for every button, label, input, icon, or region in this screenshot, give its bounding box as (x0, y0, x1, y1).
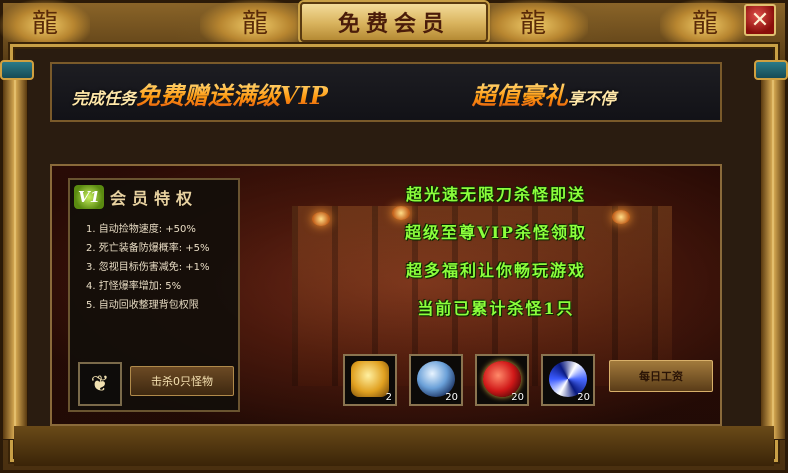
slogan-line: 超多福利让你畅玩游戏 (405, 261, 586, 280)
daily-salary-button[interactable]: 每日工资 (609, 360, 713, 392)
wings-icon: ❦ (90, 371, 110, 397)
kill-progress-text: 当前已累计杀怪1只 (417, 299, 575, 318)
dragon-ornament-icon: 龍 (660, 0, 750, 42)
privileges-title: 会员特权 (110, 189, 199, 208)
item-count: 2 (385, 392, 392, 403)
banner-left-text: 完成任务 免费赠送满级VIP (72, 76, 328, 111)
promo-banner: 完成任务 免费赠送满级VIP 超值豪礼 享不停 (50, 62, 722, 122)
bottom-frame-band (14, 426, 774, 466)
privilege-item: 2. 死亡装备防爆概率: +5% (86, 243, 210, 254)
wings-item-slot[interactable]: ❦ (78, 362, 122, 406)
privilege-item: 4. 打怪爆率增加: 5% (86, 281, 182, 292)
window-title-plaque: 免费会员 (300, 2, 488, 42)
pillar-cap (0, 60, 34, 80)
close-icon[interactable]: ✕ (751, 8, 769, 33)
right-pillar (760, 60, 786, 440)
privilege-item: 3. 忽视目标伤害减免: +1% (86, 262, 210, 273)
banner-right-text: 超值豪礼 享不停 (472, 76, 616, 111)
close-button[interactable]: ✕ (744, 4, 776, 36)
reward-item-slot[interactable]: 2 (343, 354, 397, 406)
privileges-header: V1 会员特权 (74, 184, 234, 210)
window-title: 免费会员 (337, 11, 450, 37)
item-count: 20 (577, 392, 590, 403)
kill-count-button[interactable]: 击杀0只怪物 (130, 366, 234, 396)
item-count: 20 (445, 392, 458, 403)
dragon-ornament-icon: 龍 (200, 0, 310, 42)
banner-highlight-text: 超值豪礼 (472, 76, 568, 111)
privilege-item: 5. 自动回收整理背包权限 (86, 300, 199, 311)
privilege-item: 1. 自动捡物速度: +50% (86, 224, 196, 235)
reward-item-slot[interactable]: 20 (541, 354, 595, 406)
dragon-ornament-icon: 龍 (478, 0, 588, 42)
slogan-line: 超光速无限刀杀怪即送 (405, 185, 586, 204)
vip-level-badge: V1 (74, 185, 104, 209)
pillar-cap (754, 60, 788, 80)
item-count: 20 (511, 392, 524, 403)
privileges-list: 1. 自动捡物速度: +50% 2. 死亡装备防爆概率: +5% 3. 忽视目标… (86, 220, 210, 315)
gold-ingot-icon (351, 361, 389, 397)
banner-small-text: 完成任务 (72, 89, 137, 108)
dragon-ornament-icon: 龍 (0, 0, 90, 42)
banner-small-text: 享不停 (568, 89, 617, 108)
reward-item-slot[interactable]: 20 (409, 354, 463, 406)
reward-item-slot[interactable]: 20 (475, 354, 529, 406)
banner-highlight-text: 免费赠送满级VIP (136, 76, 328, 111)
lantern-icon (312, 212, 330, 226)
slogan-list: 超光速无限刀杀怪即送 超级至尊VIP杀怪领取 超多福利让你畅玩游戏 当前已累计杀… (356, 182, 636, 334)
left-pillar (2, 60, 28, 440)
slogan-line: 超级至尊VIP杀怪领取 (405, 223, 587, 242)
